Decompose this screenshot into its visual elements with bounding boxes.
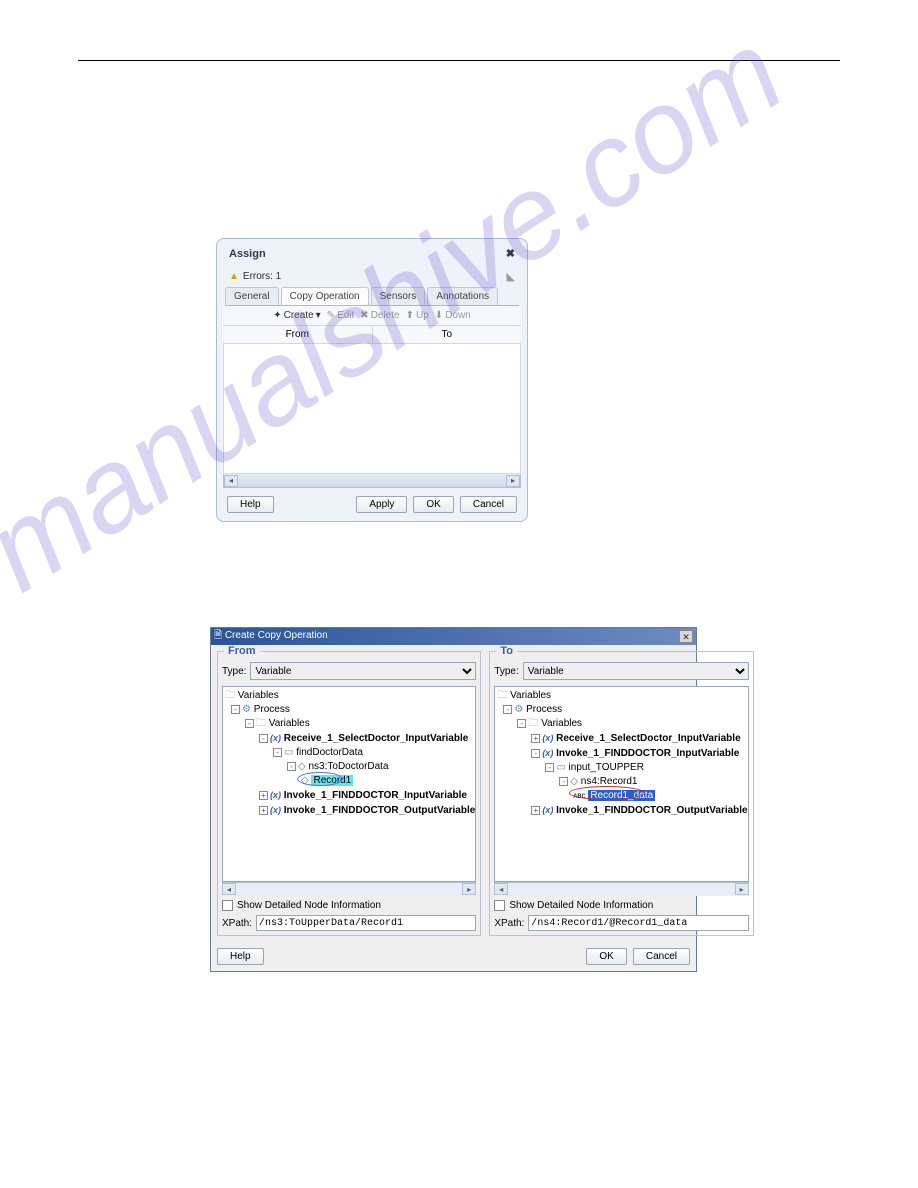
copy-list-body	[223, 344, 521, 474]
to-detail-checkbox[interactable]	[494, 900, 505, 911]
cancel-button[interactable]: Cancel	[633, 948, 690, 965]
from-xpath-input[interactable]	[256, 915, 476, 931]
scroll-right-icon[interactable]: ▸	[506, 475, 520, 487]
to-xpath-input[interactable]	[528, 915, 748, 931]
close-icon[interactable]: ✕	[679, 630, 693, 643]
dialog-title: 🗎 Create Copy Operation	[214, 628, 328, 645]
close-icon[interactable]: ✖	[506, 247, 515, 260]
type-label: Type:	[494, 666, 518, 677]
tab-annotations[interactable]: Annotations	[427, 287, 498, 305]
toolbar: ✦ Create ▾ ✎ Edit ✖ Delete ⬆ Up ⬇ Down	[223, 306, 521, 326]
cancel-button[interactable]: Cancel	[460, 496, 517, 513]
scroll-left-icon[interactable]: ◂	[224, 475, 238, 487]
from-tree[interactable]: 🗀 Variables -⚙ Process -🗀 Variables -(x)…	[222, 686, 476, 882]
from-detail-label: Show Detailed Node Information	[237, 900, 381, 911]
xpath-label: XPath:	[494, 918, 524, 929]
ok-button[interactable]: OK	[413, 496, 453, 513]
xpath-label: XPath:	[222, 918, 252, 929]
col-from: From	[223, 326, 373, 343]
to-legend: To	[496, 645, 517, 657]
tab-copy-operation[interactable]: Copy Operation	[281, 287, 369, 305]
hscroll[interactable]: ◂ ▸	[223, 474, 521, 488]
delete-button: ✖ Delete	[360, 310, 399, 321]
assign-title: Assign	[229, 248, 266, 260]
ok-button[interactable]: OK	[586, 948, 626, 965]
to-type-select[interactable]: Variable	[523, 662, 749, 680]
from-legend: From	[224, 645, 260, 657]
up-button: ⬆ Up	[406, 310, 429, 321]
to-hscroll[interactable]: ◂▸	[494, 882, 748, 896]
edit-button: ✎ Edit	[327, 310, 355, 321]
down-button: ⬇ Down	[435, 310, 471, 321]
tab-general[interactable]: General	[225, 287, 279, 305]
to-detail-label: Show Detailed Node Information	[509, 900, 653, 911]
help-button[interactable]: Help	[227, 496, 274, 513]
assign-dialog: Assign ✖ ▲Errors: 1 ◣ General Copy Opera…	[216, 238, 528, 522]
errors-label: ▲Errors: 1	[229, 271, 281, 282]
create-copy-dialog: 🗎 Create Copy Operation ✕ From Type: Var…	[210, 627, 697, 972]
tabs: General Copy Operation Sensors Annotatio…	[225, 287, 519, 306]
from-hscroll[interactable]: ◂▸	[222, 882, 476, 896]
apply-button[interactable]: Apply	[356, 496, 407, 513]
from-panel: From Type: Variable 🗀 Variables -⚙ Proce…	[217, 651, 481, 936]
col-to: To	[373, 326, 522, 343]
to-panel: To Type: Variable 🗀 Variables -⚙ Process…	[489, 651, 753, 936]
from-type-select[interactable]: Variable	[250, 662, 476, 680]
help-button[interactable]: Help	[217, 948, 264, 965]
warning-icon: ▲	[229, 271, 239, 282]
pin-icon[interactable]: ◣	[507, 270, 515, 283]
create-button[interactable]: ✦ Create ▾	[273, 310, 320, 321]
from-detail-checkbox[interactable]	[222, 900, 233, 911]
type-label: Type:	[222, 666, 246, 677]
tab-sensors[interactable]: Sensors	[371, 287, 426, 305]
to-tree[interactable]: 🗀 Variables -⚙ Process -🗀 Variables +(x)…	[494, 686, 748, 882]
